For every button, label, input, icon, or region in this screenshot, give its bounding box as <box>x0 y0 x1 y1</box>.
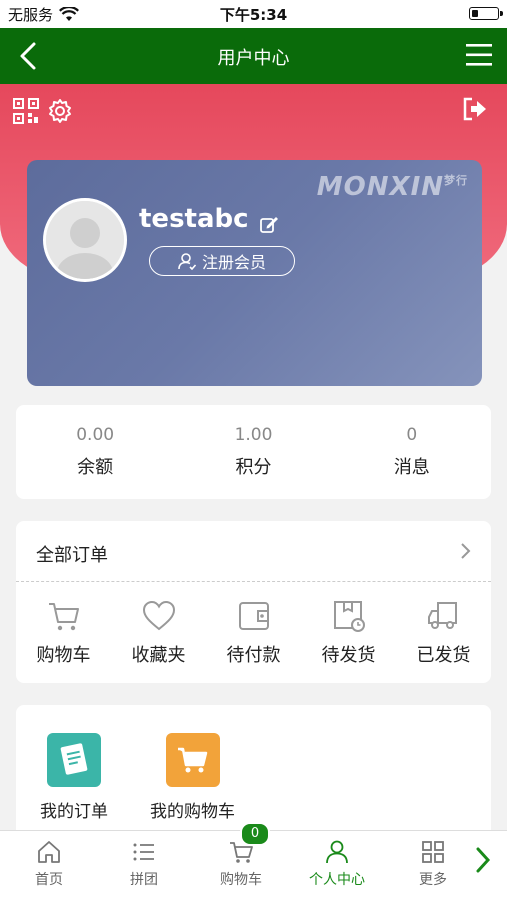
stat-label: 消息 <box>393 457 430 478</box>
order-item-label: 购物车 <box>36 645 91 666</box>
truck-icon <box>427 602 457 629</box>
qr-code-icon[interactable] <box>13 98 39 124</box>
tab-more[interactable]: 更多 <box>393 839 473 889</box>
nav-bar: 用户中心 <box>0 28 507 84</box>
avatar[interactable] <box>43 198 127 282</box>
tab-cart[interactable]: 购物车 <box>201 839 281 889</box>
cart-icon <box>48 603 79 631</box>
stat-value: 0 <box>406 425 418 445</box>
logout-icon[interactable] <box>462 96 488 122</box>
tab-user-center[interactable]: 个人中心 <box>297 839 377 889</box>
account-stats: 0.00 余额 1.00 积分 0 消息 <box>16 405 491 499</box>
order-list-icon <box>47 733 101 787</box>
profile-card: MONXIN梦行 testabc 注册会员 <box>27 160 482 386</box>
stat-value: 1.00 <box>234 425 273 445</box>
register-member-label: 注册会员 <box>201 253 266 272</box>
orders-card: 全部订单 购物车 收藏夹 待付款 待发货 已发货 <box>16 521 491 683</box>
wallet-icon <box>238 602 269 630</box>
tab-label: 拼团 <box>130 872 158 888</box>
shortcut-my-cart[interactable]: 我的购物车 <box>150 733 235 822</box>
stat-label: 积分 <box>235 457 272 478</box>
user-icon <box>326 840 348 864</box>
chevron-right-icon <box>461 543 471 559</box>
cart-icon <box>165 733 220 787</box>
brand-name: MONXIN <box>316 172 444 202</box>
order-item-label: 待付款 <box>226 645 281 666</box>
shortcut-label: 我的购物车 <box>150 802 235 822</box>
grid-icon <box>422 841 444 863</box>
order-status-items: 购物车 收藏夹 待付款 待发货 已发货 <box>16 599 491 667</box>
home-icon <box>38 841 60 863</box>
stat-messages[interactable]: 0 消息 <box>333 405 491 499</box>
hamburger-menu-icon[interactable] <box>465 42 493 68</box>
stat-label: 余额 <box>77 457 114 478</box>
shortcut-my-orders[interactable]: 我的订单 <box>40 733 108 822</box>
tab-group-buy[interactable]: 拼团 <box>104 839 184 889</box>
gear-icon[interactable] <box>47 98 73 124</box>
register-member-button[interactable]: 注册会员 <box>149 246 295 276</box>
all-orders-row[interactable]: 全部订单 <box>16 521 491 582</box>
tab-label: 首页 <box>35 872 63 888</box>
all-orders-title: 全部订单 <box>36 545 108 566</box>
brand-sub: 梦行 <box>444 174 468 187</box>
status-time: 下午5:34 <box>219 6 288 24</box>
tab-home[interactable]: 首页 <box>9 839 89 889</box>
stat-balance[interactable]: 0.00 余额 <box>16 405 174 499</box>
list-icon <box>133 843 154 861</box>
shortcut-label: 我的订单 <box>40 802 108 822</box>
stat-value: 0.00 <box>76 425 115 445</box>
order-item-favorites[interactable]: 收藏夹 <box>111 599 206 667</box>
order-item-label: 收藏夹 <box>131 645 186 666</box>
tab-label: 购物车 <box>220 872 262 888</box>
heart-icon <box>142 600 175 631</box>
order-item-pending-payment[interactable]: 待付款 <box>206 599 301 667</box>
order-item-cart[interactable]: 购物车 <box>16 599 111 667</box>
order-item-pending-shipment[interactable]: 待发货 <box>301 599 396 667</box>
tab-label: 个人中心 <box>309 872 365 888</box>
default-avatar-icon <box>46 201 124 279</box>
stat-points[interactable]: 1.00 积分 <box>174 405 332 499</box>
page-title: 用户中心 <box>217 48 290 69</box>
edit-icon[interactable] <box>259 214 279 234</box>
order-item-label: 已发货 <box>416 645 471 666</box>
brand-logo: MONXIN梦行 <box>317 172 468 202</box>
battery-icon <box>469 7 503 20</box>
order-item-shipped[interactable]: 已发货 <box>396 599 491 667</box>
order-item-label: 待发货 <box>321 645 376 666</box>
user-icon <box>178 253 196 270</box>
username: testabc <box>139 204 249 234</box>
cart-count-badge: 0 <box>240 822 270 846</box>
chevron-right-icon[interactable] <box>473 845 493 875</box>
status-bar: 无服务 下午5:34 <box>0 0 507 28</box>
package-clock-icon <box>333 601 365 632</box>
tab-label: 更多 <box>419 872 447 888</box>
